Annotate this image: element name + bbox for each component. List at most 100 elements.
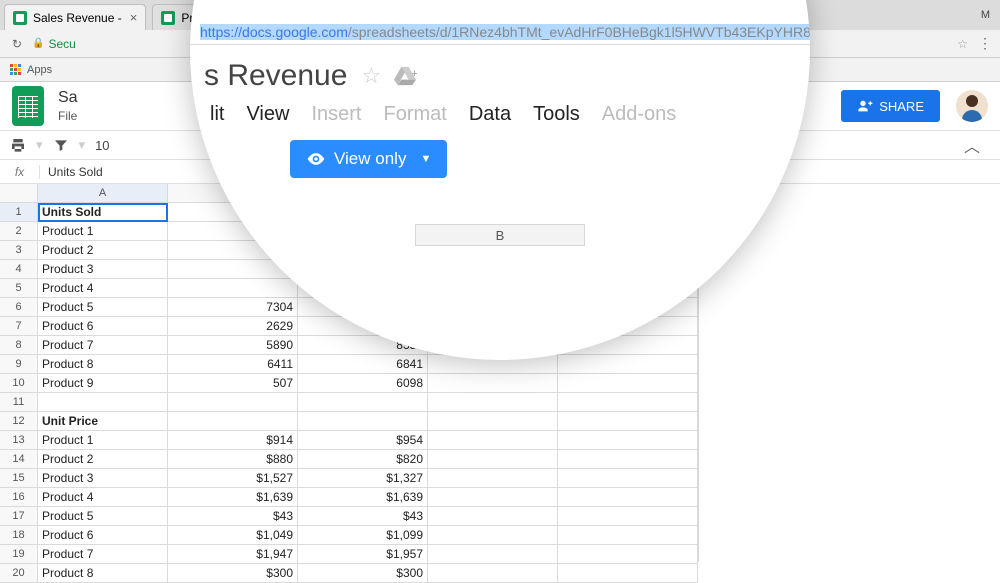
cell[interactable] — [298, 393, 428, 412]
cell[interactable] — [558, 488, 698, 507]
chrome-menu-icon[interactable]: ⋮ — [978, 35, 992, 52]
row-header[interactable]: 5 — [0, 279, 38, 298]
cell[interactable]: Product 7 — [38, 545, 168, 564]
cell[interactable] — [558, 469, 698, 488]
row-header[interactable]: 8 — [0, 336, 38, 355]
close-tab-icon[interactable]: × — [130, 10, 138, 25]
cell[interactable]: $300 — [298, 564, 428, 583]
cell[interactable]: 7304 — [168, 298, 298, 317]
cell[interactable]: $914 — [168, 431, 298, 450]
cell[interactable]: Units Sold — [38, 203, 168, 222]
cell[interactable]: $1,639 — [168, 488, 298, 507]
view-only-button[interactable]: View only ▼ — [290, 140, 447, 178]
apps-label[interactable]: Apps — [27, 64, 52, 76]
formula-input[interactable]: Units Sold — [40, 165, 103, 179]
cell[interactable]: Product 1 — [38, 222, 168, 241]
row-header[interactable]: 11 — [0, 393, 38, 412]
cell[interactable]: Product 4 — [38, 279, 168, 298]
cell[interactable] — [558, 374, 698, 393]
cell[interactable] — [558, 412, 698, 431]
cell[interactable]: Product 5 — [38, 298, 168, 317]
row-header[interactable]: 3 — [0, 241, 38, 260]
row-header[interactable]: 17 — [0, 507, 38, 526]
print-icon[interactable] — [10, 137, 26, 153]
menu-format[interactable]: Format — [383, 103, 446, 126]
row-header[interactable]: 18 — [0, 526, 38, 545]
cell[interactable]: 5890 — [168, 336, 298, 355]
cell[interactable] — [428, 488, 558, 507]
row-header[interactable]: 4 — [0, 260, 38, 279]
menu-insert[interactable]: Insert — [311, 103, 361, 126]
row-header[interactable]: 2 — [0, 222, 38, 241]
row-header[interactable]: 6 — [0, 298, 38, 317]
cell[interactable]: $300 — [168, 564, 298, 583]
cell[interactable]: $43 — [168, 507, 298, 526]
cell[interactable] — [558, 507, 698, 526]
share-button[interactable]: SHARE — [841, 90, 940, 122]
cell[interactable] — [38, 393, 168, 412]
browser-tab-active[interactable]: Sales Revenue - × — [4, 4, 146, 30]
filter-icon[interactable] — [53, 137, 69, 153]
cell[interactable] — [168, 393, 298, 412]
row-header[interactable]: 16 — [0, 488, 38, 507]
row-header[interactable]: 13 — [0, 431, 38, 450]
menu-view[interactable]: View — [246, 103, 289, 126]
cell[interactable] — [428, 469, 558, 488]
cell[interactable]: $1,527 — [168, 469, 298, 488]
cell[interactable] — [428, 526, 558, 545]
cell[interactable]: Product 4 — [38, 488, 168, 507]
cell[interactable]: $43 — [298, 507, 428, 526]
cell[interactable] — [558, 564, 698, 583]
row-header[interactable]: 10 — [0, 374, 38, 393]
cell[interactable] — [428, 431, 558, 450]
cell[interactable]: 6098 — [298, 374, 428, 393]
cell[interactable] — [558, 393, 698, 412]
cell[interactable]: $1,957 — [298, 545, 428, 564]
chrome-profile-indicator[interactable]: M — [981, 9, 990, 21]
cell[interactable]: $1,639 — [298, 488, 428, 507]
row-header[interactable]: 14 — [0, 450, 38, 469]
cell[interactable]: 507 — [168, 374, 298, 393]
cell[interactable]: Product 2 — [38, 241, 168, 260]
cell[interactable] — [428, 450, 558, 469]
user-avatar[interactable] — [956, 90, 988, 122]
cell[interactable] — [168, 279, 298, 298]
cell[interactable] — [558, 526, 698, 545]
cell[interactable]: $1,327 — [298, 469, 428, 488]
row-header[interactable]: 15 — [0, 469, 38, 488]
cell[interactable]: Product 9 — [38, 374, 168, 393]
cell[interactable]: 6411 — [168, 355, 298, 374]
cell[interactable]: 2629 — [168, 317, 298, 336]
menu-data[interactable]: Data — [469, 103, 511, 126]
cell[interactable]: Product 8 — [38, 355, 168, 374]
cell[interactable] — [428, 545, 558, 564]
cell[interactable]: Product 5 — [38, 507, 168, 526]
row-header[interactable]: 12 — [0, 412, 38, 431]
column-header[interactable]: A — [38, 184, 168, 203]
apps-grid-icon[interactable] — [10, 64, 22, 76]
cell[interactable]: $820 — [298, 450, 428, 469]
cell[interactable] — [168, 412, 298, 431]
row-header[interactable]: 1 — [0, 203, 38, 222]
cell[interactable] — [428, 393, 558, 412]
cell[interactable] — [558, 355, 698, 374]
cell[interactable]: Product 8 — [38, 564, 168, 583]
move-to-drive-icon[interactable]: + — [393, 65, 417, 87]
column-header-b-magnified[interactable]: B — [415, 224, 585, 246]
sheets-logo-icon[interactable] — [12, 86, 44, 126]
cell[interactable]: Product 3 — [38, 469, 168, 488]
row-header[interactable]: 19 — [0, 545, 38, 564]
cell[interactable]: Product 7 — [38, 336, 168, 355]
cell[interactable] — [428, 507, 558, 526]
cell[interactable]: Unit Price — [38, 412, 168, 431]
cell[interactable]: 6841 — [298, 355, 428, 374]
cell[interactable]: Product 1 — [38, 431, 168, 450]
row-header[interactable]: 20 — [0, 564, 38, 583]
url-field[interactable]: https://docs.google.com/spreadsheets/d/1… — [190, 22, 810, 45]
cell[interactable] — [428, 412, 558, 431]
cell[interactable]: Product 6 — [38, 526, 168, 545]
cell[interactable] — [558, 431, 698, 450]
cell[interactable]: $1,099 — [298, 526, 428, 545]
cell[interactable]: $1,049 — [168, 526, 298, 545]
cell[interactable]: Product 6 — [38, 317, 168, 336]
